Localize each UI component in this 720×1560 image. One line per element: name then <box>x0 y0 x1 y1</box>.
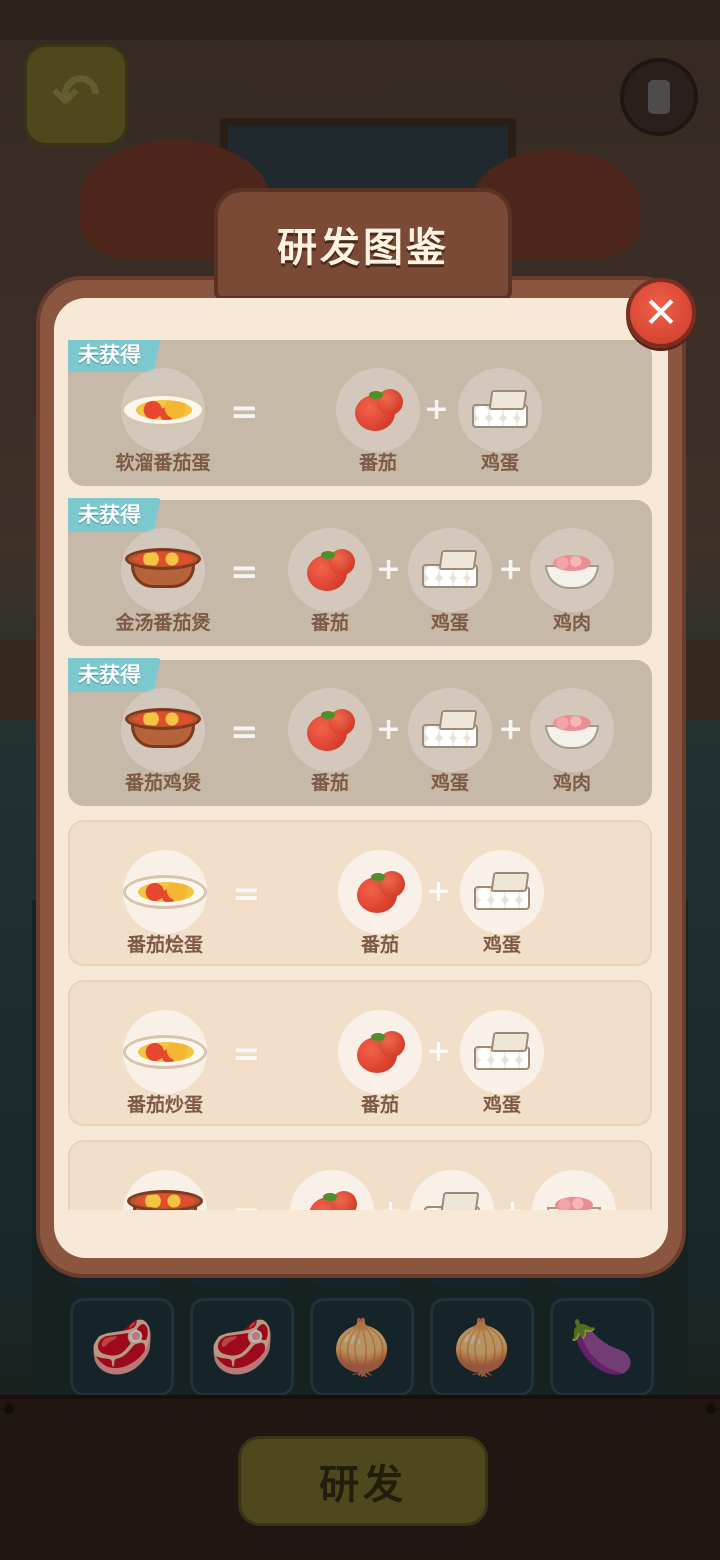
ingredient-slot <box>392 1142 512 1210</box>
ingredient-slot: 鸡肉 <box>512 500 632 640</box>
ingredient-slot: 鸡蛋 <box>442 822 562 962</box>
tomato-icon <box>336 368 420 452</box>
plus-sign: + <box>498 552 524 587</box>
ingredient-slot: 鸡蛋 <box>442 982 562 1122</box>
ingredient-name: 番茄 <box>310 612 349 634</box>
dish-name: 番茄鸡煲 <box>124 772 201 794</box>
ingredient-slot: 鸡肉 <box>512 660 632 800</box>
equals-sign: = <box>232 874 261 914</box>
ingredient-name: 鸡肉 <box>552 612 591 634</box>
dish-slot: 软溜番茄蛋 <box>103 340 223 480</box>
ingredient-name: 番茄 <box>360 934 399 956</box>
tomato-icon <box>338 1010 422 1094</box>
plus-sign: + <box>498 712 524 747</box>
recipe-card[interactable]: 未获得 金汤番茄煲 = 番茄 鸡蛋 鸡肉 + + <box>68 498 652 646</box>
dish-slot: 番茄炒蛋 <box>105 982 225 1122</box>
close-button[interactable]: ✕ <box>626 278 696 348</box>
ingredient-name: 鸡肉 <box>552 772 591 794</box>
ingredient-slot: 鸡蛋 <box>390 660 510 800</box>
ingredient-name: 番茄 <box>360 1094 399 1116</box>
ingredient-slot: 番茄 <box>270 500 390 640</box>
dish-name: 软溜番茄蛋 <box>115 452 211 474</box>
egg-carton-icon <box>410 1170 494 1210</box>
tomato-icon <box>288 688 372 772</box>
ingredient-slot: 番茄 <box>320 982 440 1122</box>
ingredient-name: 鸡蛋 <box>482 934 521 956</box>
ingredient-name: 番茄 <box>310 772 349 794</box>
dish-slot: 金汤番茄煲 <box>103 500 223 640</box>
egg-carton-icon <box>458 368 542 452</box>
recipe-card[interactable]: 未获得 番茄鸡煲 = 番茄 鸡蛋 鸡肉 + + <box>68 658 652 806</box>
ingredient-slot: 番茄 <box>270 660 390 800</box>
modal-title-tab: 研发图鉴 <box>214 188 512 300</box>
ingredient-slot <box>514 1142 634 1210</box>
recipe-list[interactable]: 未获得 软溜番茄蛋 = 番茄 鸡蛋 + 未获得 金汤番茄煲 = 番茄 鸡蛋 鸡肉 + + 未获得 番茄鸡煲 = 番… <box>68 340 652 1210</box>
ingredient-name: 番茄 <box>358 452 397 474</box>
clay-pot-icon <box>119 528 211 612</box>
equals-sign: = <box>230 392 259 432</box>
scrambled-egg-plate-icon <box>123 850 207 934</box>
ingredient-name: 鸡蛋 <box>430 612 469 634</box>
recipe-card[interactable]: 未获得 软溜番茄蛋 = 番茄 鸡蛋 + <box>68 340 652 486</box>
tomato-icon <box>288 528 372 612</box>
plus-sign: + <box>426 874 452 909</box>
ingredient-slot: 鸡蛋 <box>440 340 560 480</box>
chicken-bowl-icon <box>530 688 614 772</box>
dish-slot <box>105 1142 225 1210</box>
dish-slot: 番茄鸡煲 <box>103 660 223 800</box>
recipe-card[interactable]: 番茄烩蛋 = 番茄 鸡蛋 + <box>68 820 652 966</box>
plus-sign: + <box>376 712 402 747</box>
equals-sign: = <box>230 712 259 752</box>
ingredient-slot: 番茄 <box>320 822 440 962</box>
egg-carton-icon <box>460 1010 544 1094</box>
ingredient-name: 鸡蛋 <box>480 452 519 474</box>
dish-name: 番茄炒蛋 <box>126 1094 203 1116</box>
clay-pot-icon <box>119 688 211 772</box>
dish-slot: 番茄烩蛋 <box>105 822 225 962</box>
ingredient-name: 鸡蛋 <box>482 1094 521 1116</box>
dish-name: 金汤番茄煲 <box>115 612 211 634</box>
plus-sign: + <box>376 552 402 587</box>
modal-title: 研发图鉴 <box>277 225 449 271</box>
egg-carton-icon <box>460 850 544 934</box>
plus-sign: + <box>424 392 450 427</box>
tomato-icon <box>338 850 422 934</box>
scrambled-egg-plate-icon <box>123 1010 207 1094</box>
ingredient-slot: 番茄 <box>318 340 438 480</box>
recipe-card[interactable]: = + + <box>68 1140 652 1210</box>
dish-name: 番茄烩蛋 <box>126 934 203 956</box>
recipe-card[interactable]: 番茄炒蛋 = 番茄 鸡蛋 + <box>68 980 652 1126</box>
egg-carton-icon <box>408 528 492 612</box>
recipe-book-panel: 未获得 软溜番茄蛋 = 番茄 鸡蛋 + 未获得 金汤番茄煲 = 番茄 鸡蛋 鸡肉 + + 未获得 番茄鸡煲 = 番… <box>54 298 668 1258</box>
ingredient-slot: 鸡蛋 <box>390 500 510 640</box>
tomato-icon <box>290 1170 374 1210</box>
plus-sign: + <box>426 1034 452 1069</box>
equals-sign: = <box>230 552 259 592</box>
close-icon: ✕ <box>643 288 679 337</box>
ingredient-name: 鸡蛋 <box>430 772 469 794</box>
equals-sign: = <box>232 1034 261 1074</box>
plus-sign: + <box>378 1194 403 1210</box>
chicken-bowl-icon <box>532 1170 616 1210</box>
scrambled-egg-plate-icon <box>121 368 205 452</box>
ingredient-slot <box>272 1142 392 1210</box>
chicken-bowl-icon <box>530 528 614 612</box>
plus-sign: + <box>500 1194 525 1210</box>
clay-pot-icon <box>123 1170 207 1210</box>
equals-sign: = <box>232 1194 261 1210</box>
egg-carton-icon <box>408 688 492 772</box>
